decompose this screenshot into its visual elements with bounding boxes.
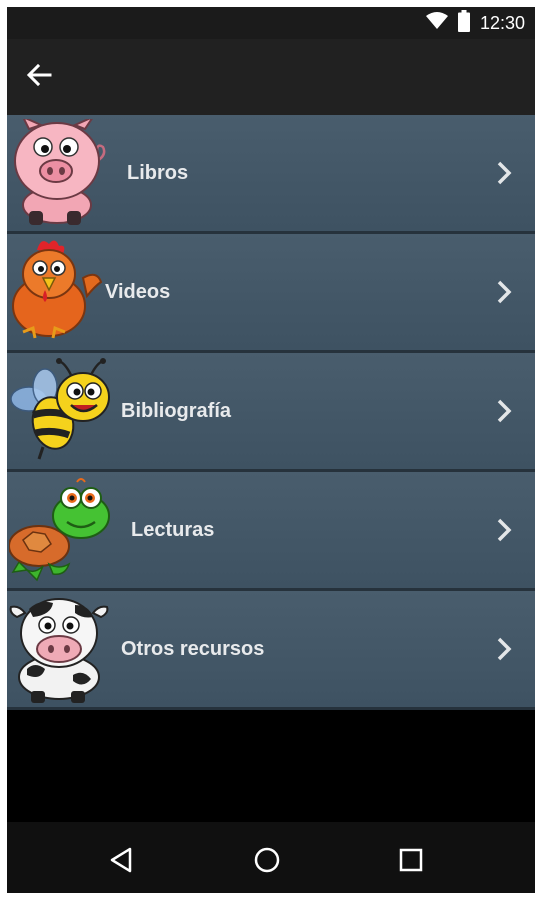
recents-square-icon bbox=[399, 848, 423, 872]
status-clock: 12:30 bbox=[479, 12, 525, 33]
battery-icon bbox=[457, 9, 470, 37]
app-bar bbox=[7, 39, 535, 115]
nav-home-button[interactable] bbox=[247, 840, 287, 880]
menu-item-label: Otros recursos bbox=[121, 638, 265, 660]
back-button[interactable] bbox=[21, 59, 57, 95]
status-icons: 12:30 bbox=[425, 9, 525, 37]
navigation-bar bbox=[7, 822, 535, 893]
nav-back-button[interactable] bbox=[101, 840, 141, 880]
menu-item-videos[interactable]: Videos bbox=[7, 234, 535, 353]
menu-item-label: Libros bbox=[127, 162, 189, 184]
menu-list: Libros Videos Bibliografía Lecturas Otro… bbox=[7, 115, 535, 710]
nav-recents-button[interactable] bbox=[391, 840, 431, 880]
chevron-right-icon bbox=[497, 161, 512, 185]
bee-icon bbox=[10, 358, 110, 460]
chevron-right-icon bbox=[497, 280, 512, 304]
chevron-right-icon bbox=[497, 399, 512, 423]
menu-item-bibliografia[interactable]: Bibliografía bbox=[7, 353, 535, 472]
status-bar: 12:30 bbox=[7, 7, 535, 39]
phone-screen: 12:30 Libros Videos Bibliografía Lectura… bbox=[7, 7, 535, 893]
home-circle-icon bbox=[254, 847, 280, 873]
back-triangle-icon bbox=[110, 847, 132, 873]
menu-item-label: Videos bbox=[105, 281, 171, 303]
menu-item-otros-recursos[interactable]: Otros recursos bbox=[7, 591, 535, 710]
chevron-right-icon bbox=[497, 518, 512, 542]
menu-item-libros[interactable]: Libros bbox=[7, 115, 535, 234]
menu-item-label: Lecturas bbox=[131, 519, 215, 541]
turtle-icon bbox=[9, 478, 110, 582]
arrow-back-icon bbox=[26, 63, 52, 92]
chicken-icon bbox=[12, 240, 103, 339]
cow-icon bbox=[9, 598, 109, 703]
menu-item-lecturas[interactable]: Lecturas bbox=[7, 472, 535, 591]
chevron-right-icon bbox=[497, 637, 512, 661]
pig-icon bbox=[14, 119, 106, 225]
wifi-icon bbox=[425, 11, 448, 35]
menu-item-label: Bibliografía bbox=[121, 400, 232, 422]
